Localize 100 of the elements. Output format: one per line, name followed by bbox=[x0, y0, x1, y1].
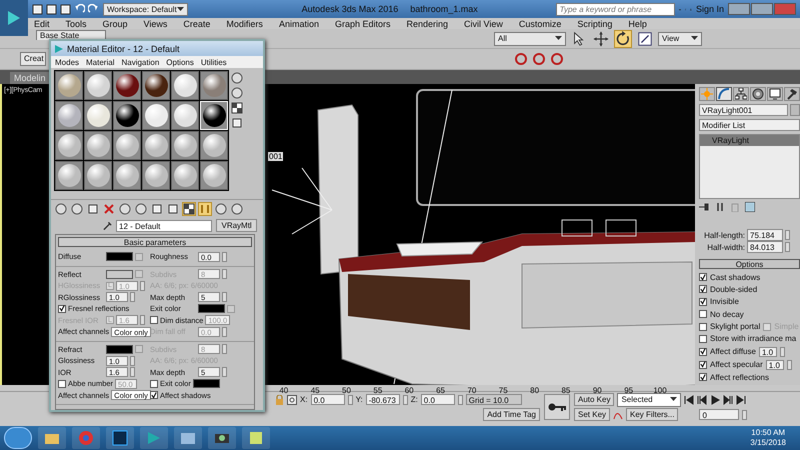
panel-tab[interactable] bbox=[784, 87, 800, 101]
scale-tool-button[interactable] bbox=[636, 30, 654, 48]
object-name-field[interactable]: VRayLight001 bbox=[699, 104, 788, 116]
spinner-arrows[interactable] bbox=[785, 230, 790, 240]
number-field[interactable]: 1.0 bbox=[758, 346, 777, 357]
menu-item[interactable]: Modifiers bbox=[218, 18, 271, 28]
modifier-list-dropdown[interactable]: Modifier List bbox=[699, 119, 800, 131]
spinner-arrows[interactable] bbox=[780, 346, 785, 357]
checkbox[interactable] bbox=[58, 304, 66, 313]
spinner-arrows[interactable] bbox=[348, 394, 353, 404]
panel-tab[interactable] bbox=[733, 87, 749, 101]
spinner-arrows[interactable] bbox=[785, 242, 790, 252]
search-field[interactable]: Type a keyword or phrase bbox=[556, 2, 675, 16]
spinner-arrows[interactable] bbox=[222, 326, 227, 337]
state-set-dropdown[interactable]: Base State bbox=[36, 30, 106, 40]
eyedropper-icon[interactable] bbox=[103, 220, 112, 230]
menu-item[interactable]: Group bbox=[94, 18, 136, 28]
time-tag-button[interactable]: Add Time Tag bbox=[483, 408, 540, 421]
menu-item[interactable]: Edit bbox=[26, 18, 58, 28]
number-field[interactable]: 75.184 bbox=[747, 229, 783, 242]
panel-tab[interactable] bbox=[716, 87, 732, 101]
square-icon[interactable] bbox=[231, 117, 243, 129]
go-end-icon[interactable] bbox=[736, 394, 746, 404]
taskbar-app-button[interactable] bbox=[208, 427, 236, 449]
rotate-tool-button[interactable] bbox=[614, 30, 632, 48]
tool-button[interactable] bbox=[166, 202, 180, 216]
checkbox[interactable] bbox=[699, 334, 707, 343]
frame-field[interactable]: 0 bbox=[699, 409, 740, 420]
tool-button[interactable] bbox=[230, 202, 244, 216]
spinner-arrows[interactable] bbox=[130, 292, 135, 302]
app-logo[interactable] bbox=[0, 0, 28, 36]
menu-item[interactable]: Options bbox=[166, 58, 194, 66]
tool-button[interactable] bbox=[214, 202, 228, 216]
minimize-button[interactable] bbox=[728, 3, 750, 15]
go-start-icon[interactable] bbox=[684, 394, 694, 404]
color-swatch[interactable] bbox=[106, 252, 133, 262]
menu-item[interactable]: Tools bbox=[58, 18, 95, 28]
checkbox[interactable] bbox=[699, 373, 707, 382]
checker-icon[interactable] bbox=[231, 102, 243, 114]
modifier-stack-list[interactable]: VRayLight bbox=[699, 134, 800, 199]
rollout-header[interactable]: Options bbox=[699, 259, 800, 270]
tool-button[interactable] bbox=[54, 202, 68, 216]
number-field[interactable]: 1.0 bbox=[766, 360, 784, 370]
taskbar-app-button[interactable] bbox=[38, 427, 66, 449]
spinner-arrows[interactable] bbox=[742, 410, 748, 420]
tool-button[interactable] bbox=[182, 202, 196, 216]
maximize-button[interactable] bbox=[751, 3, 773, 15]
sign-in-link[interactable]: Sign In bbox=[696, 4, 724, 14]
spinner-arrows[interactable] bbox=[222, 367, 227, 378]
spinner-arrows[interactable] bbox=[402, 394, 408, 404]
create-field[interactable]: Creat bbox=[20, 52, 46, 66]
sphere-icon[interactable] bbox=[231, 72, 243, 84]
undo-icon[interactable] bbox=[74, 4, 85, 14]
menu-item[interactable]: Graph Editors bbox=[326, 18, 398, 28]
set-key-button[interactable] bbox=[544, 394, 570, 420]
sphere-icon[interactable] bbox=[231, 87, 243, 99]
play-icon[interactable] bbox=[710, 394, 720, 404]
coordinate-field[interactable]: 0.0 bbox=[310, 394, 345, 405]
menu-item[interactable]: Modes bbox=[55, 58, 80, 66]
menu-item[interactable]: Customize bbox=[510, 18, 570, 28]
color-swatch[interactable] bbox=[106, 270, 133, 279]
tool-button[interactable] bbox=[150, 202, 164, 216]
menu-item[interactable]: Views bbox=[136, 18, 176, 28]
checkbox[interactable] bbox=[699, 273, 707, 281]
spinner-arrows[interactable] bbox=[222, 292, 227, 302]
panel-tab[interactable] bbox=[767, 87, 783, 101]
checkbox[interactable] bbox=[699, 310, 707, 318]
panel-tab[interactable] bbox=[750, 87, 766, 101]
tool-button[interactable] bbox=[134, 202, 148, 216]
menu-item[interactable]: Scripting bbox=[569, 18, 620, 28]
number-field[interactable]: 84.013 bbox=[747, 241, 783, 254]
checkbox[interactable] bbox=[150, 391, 158, 400]
spinner-arrows[interactable] bbox=[140, 315, 145, 326]
rollout-header[interactable]: Basic parameters bbox=[58, 237, 252, 247]
spinner-arrows[interactable] bbox=[458, 394, 463, 404]
tool-button[interactable] bbox=[70, 202, 84, 216]
magnet-icon[interactable] bbox=[550, 52, 564, 66]
move-tool-button[interactable] bbox=[592, 30, 610, 48]
spinner-arrows[interactable] bbox=[222, 269, 227, 280]
coordinate-field[interactable]: 0.0 bbox=[420, 394, 455, 405]
reference-system-dropdown[interactable]: View bbox=[658, 32, 702, 46]
spinner-arrows[interactable] bbox=[140, 280, 145, 291]
snap-icon[interactable] bbox=[532, 52, 546, 66]
color-swatch[interactable] bbox=[106, 344, 133, 354]
pin-icon[interactable] bbox=[699, 202, 709, 211]
selection-filter-dropdown[interactable]: All bbox=[494, 32, 566, 46]
checkbox[interactable] bbox=[699, 348, 707, 356]
taskbar-app-button[interactable] bbox=[106, 427, 134, 449]
tool-button[interactable] bbox=[118, 202, 132, 216]
menu-item[interactable]: Navigation bbox=[121, 58, 160, 66]
taskbar-app-button[interactable] bbox=[242, 427, 270, 449]
workspace-dropdown[interactable]: Workspace: Default bbox=[103, 2, 188, 16]
menu-item[interactable]: Rendering bbox=[398, 18, 456, 28]
spinner-arrows[interactable] bbox=[222, 344, 227, 354]
previous-frame-icon[interactable] bbox=[697, 394, 708, 404]
menu-item[interactable]: Utilities bbox=[200, 58, 227, 66]
stack-item[interactable]: VRayLight bbox=[700, 135, 799, 146]
spinner-arrows[interactable] bbox=[130, 356, 135, 366]
color-swatch[interactable] bbox=[198, 304, 225, 314]
key-filters-button[interactable]: Key Filters... bbox=[626, 408, 678, 421]
